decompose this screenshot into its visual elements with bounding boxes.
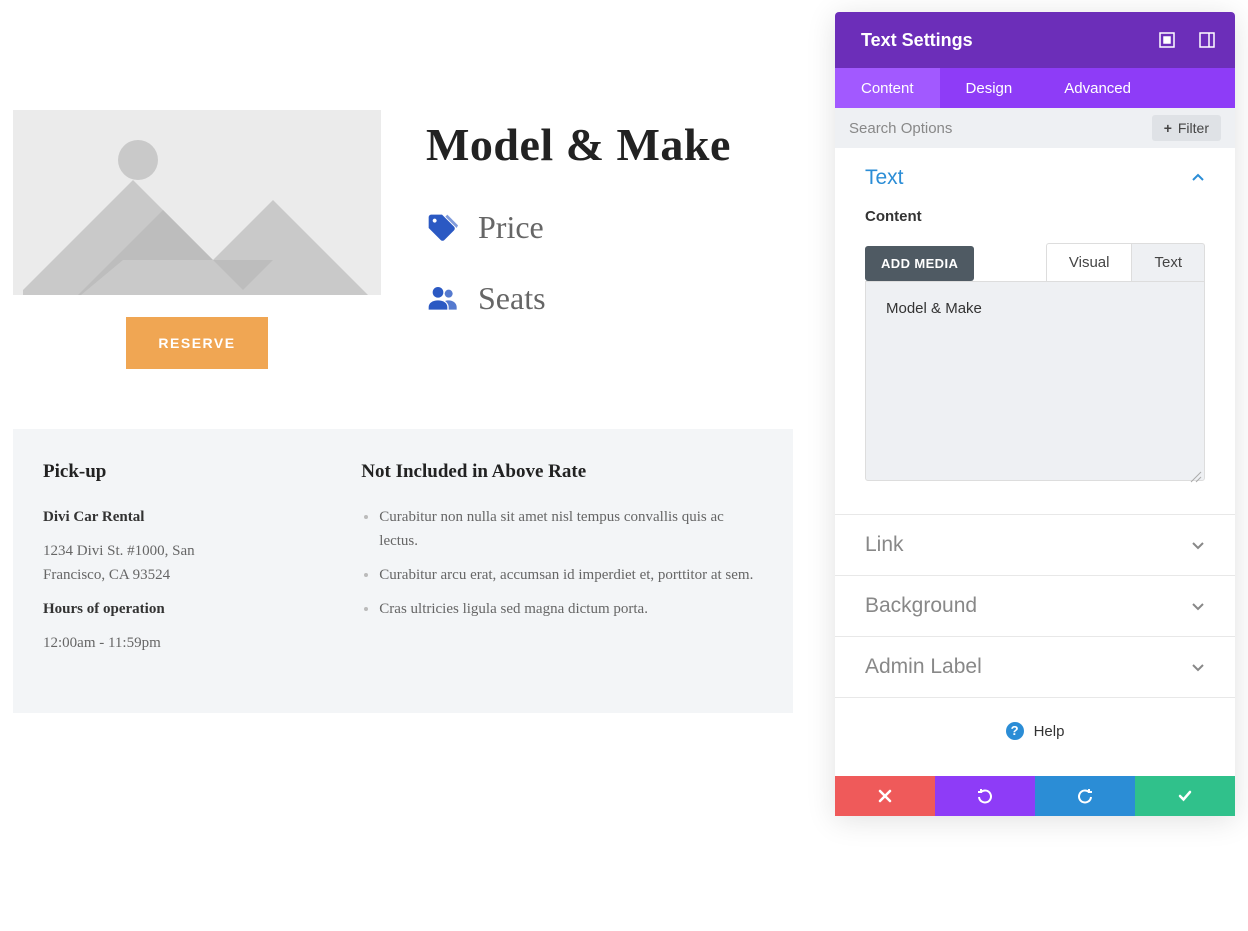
plus-icon: + <box>1164 120 1172 136</box>
not-included-list: Curabitur non nulla sit amet nisl tempus… <box>361 505 763 621</box>
tab-content[interactable]: Content <box>835 68 940 108</box>
section-admin-label: Admin Label <box>835 637 1235 698</box>
chevron-down-icon <box>1191 538 1205 552</box>
list-item: Curabitur arcu erat, accumsan id imperdi… <box>379 563 763 587</box>
section-background: Background <box>835 576 1235 637</box>
action-bar <box>835 776 1235 816</box>
editor-toolbar: ADD MEDIA Visual Text <box>865 243 1205 281</box>
redo-icon <box>1077 788 1093 804</box>
expand-icon[interactable] <box>1159 32 1175 48</box>
editor-mode-tabs: Visual Text <box>1046 243 1205 281</box>
chevron-up-icon <box>1191 171 1205 185</box>
save-button[interactable] <box>1135 776 1235 816</box>
dock-icon[interactable] <box>1199 32 1215 48</box>
model-make-title: Model & Make <box>426 118 793 171</box>
settings-panel: Text Settings Content Design Advanced + … <box>835 12 1235 816</box>
page-preview: RESERVE Model & Make Price Seats Pick-up… <box>13 110 793 713</box>
seats-people-icon <box>426 283 458 315</box>
header-icons <box>1159 32 1215 48</box>
panel-tabs: Content Design Advanced <box>835 68 1235 108</box>
content-editor[interactable] <box>865 281 1205 481</box>
undo-icon <box>977 788 993 804</box>
search-input[interactable] <box>849 108 1142 148</box>
placeholder-mountain-icon <box>13 110 381 295</box>
info-box: Pick-up Divi Car Rental 1234 Divi St. #1… <box>13 429 793 713</box>
editor-tab-text[interactable]: Text <box>1131 243 1205 281</box>
price-label: Price <box>478 209 544 246</box>
list-item: Cras ultricies ligula sed magna dictum p… <box>379 597 763 621</box>
not-included-column: Not Included in Above Rate Curabitur non… <box>361 461 763 665</box>
chevron-down-icon <box>1191 660 1205 674</box>
section-text: Text Content ADD MEDIA Visual Text <box>835 148 1235 515</box>
panel-header[interactable]: Text Settings <box>835 12 1235 68</box>
editor-tab-visual[interactable]: Visual <box>1046 243 1132 281</box>
reserve-wrap: RESERVE <box>13 317 381 369</box>
pickup-hours: 12:00am - 11:59pm <box>43 631 251 655</box>
section-link-title: Link <box>865 533 904 557</box>
filter-button[interactable]: + Filter <box>1152 115 1221 141</box>
search-row: + Filter <box>835 108 1235 148</box>
preview-top-row: RESERVE Model & Make Price Seats <box>13 110 793 369</box>
section-background-title: Background <box>865 594 977 618</box>
filter-label: Filter <box>1178 120 1209 136</box>
cancel-button[interactable] <box>835 776 935 816</box>
help-label: Help <box>1034 723 1065 740</box>
redo-button[interactable] <box>1035 776 1135 816</box>
pickup-company: Divi Car Rental <box>43 505 251 529</box>
add-media-button[interactable]: ADD MEDIA <box>865 246 974 281</box>
section-text-header[interactable]: Text <box>835 148 1235 208</box>
panel-title: Text Settings <box>861 30 1159 51</box>
section-admin-label-title: Admin Label <box>865 655 982 679</box>
section-link: Link <box>835 515 1235 576</box>
content-field-label: Content <box>865 208 1205 225</box>
feature-seats: Seats <box>426 280 793 317</box>
help-icon: ? <box>1006 722 1024 740</box>
preview-right-col: Model & Make Price Seats <box>426 110 793 369</box>
help-row[interactable]: ? Help <box>835 698 1235 776</box>
pickup-hours-label: Hours of operation <box>43 597 251 621</box>
tab-advanced[interactable]: Advanced <box>1038 68 1157 108</box>
pickup-column: Pick-up Divi Car Rental 1234 Divi St. #1… <box>43 461 251 665</box>
preview-left-col: RESERVE <box>13 110 381 369</box>
section-admin-label-header[interactable]: Admin Label <box>835 637 1235 697</box>
image-placeholder[interactable] <box>13 110 381 295</box>
check-icon <box>1177 788 1193 804</box>
section-text-title: Text <box>865 166 904 190</box>
price-tag-icon <box>426 212 458 244</box>
feature-price: Price <box>426 209 793 246</box>
reserve-button[interactable]: RESERVE <box>126 317 267 369</box>
pickup-heading: Pick-up <box>43 461 251 483</box>
section-text-body: Content ADD MEDIA Visual Text <box>835 208 1235 514</box>
list-item: Curabitur non nulla sit amet nisl tempus… <box>379 505 763 553</box>
close-icon <box>878 789 892 803</box>
not-included-heading: Not Included in Above Rate <box>361 461 763 483</box>
chevron-down-icon <box>1191 599 1205 613</box>
seats-label: Seats <box>478 280 546 317</box>
tab-design[interactable]: Design <box>940 68 1039 108</box>
undo-button[interactable] <box>935 776 1035 816</box>
pickup-address: 1234 Divi St. #1000, San Francisco, CA 9… <box>43 539 251 587</box>
section-link-header[interactable]: Link <box>835 515 1235 575</box>
section-background-header[interactable]: Background <box>835 576 1235 636</box>
